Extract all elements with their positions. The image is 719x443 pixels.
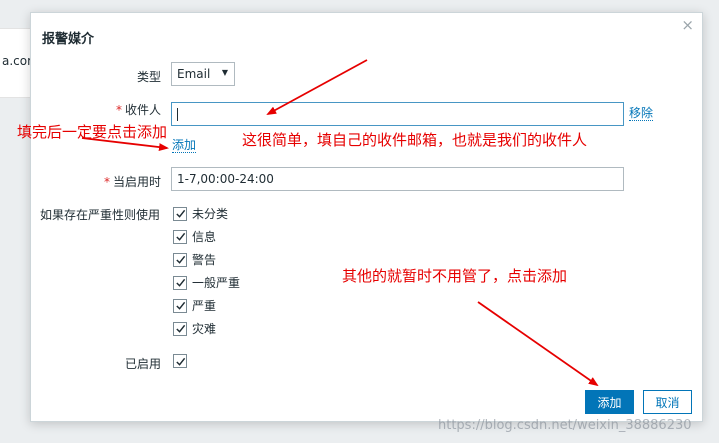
annotation-other-note: 其他的就暂时不用管了，点击添加 <box>342 267 568 285</box>
check-icon <box>175 255 185 264</box>
check-icon <box>175 278 185 287</box>
severity-item-label: 严重 <box>192 299 217 313</box>
close-icon[interactable]: × <box>681 18 694 33</box>
recipient-label-group: * 收件人 <box>31 101 161 118</box>
type-select-value: Email <box>177 67 211 81</box>
checkbox[interactable] <box>173 298 187 313</box>
severity-item-label: 未分类 <box>192 207 229 221</box>
active-time-input[interactable]: 1-7,00:00-24:00 <box>171 167 624 191</box>
check-icon <box>175 301 185 310</box>
severity-item[interactable]: 灾难 <box>173 320 216 337</box>
add-recipient-link[interactable]: 添加 <box>172 139 197 153</box>
required-mark: * <box>103 175 110 189</box>
type-select[interactable]: Email ▼ <box>171 62 235 86</box>
media-dialog: 报警媒介 × 类型 Email ▼ * 收件人 移除 添加 * 当启用时 1-7,0… <box>30 12 703 422</box>
check-icon <box>175 232 185 241</box>
text-caret <box>177 107 178 121</box>
severity-item-label: 信息 <box>192 230 217 244</box>
enabled-checkbox[interactable] <box>173 354 187 368</box>
recipient-input[interactable] <box>171 102 624 126</box>
active-time-value: 1-7,00:00-24:00 <box>177 172 274 186</box>
severity-item[interactable]: 严重 <box>173 297 216 314</box>
checkbox[interactable] <box>173 252 187 267</box>
severity-item-label: 一般严重 <box>192 276 241 290</box>
active-time-label: 当启用时 <box>112 175 161 189</box>
checkbox[interactable] <box>173 229 187 244</box>
cancel-button[interactable]: 取消 <box>643 390 692 414</box>
enabled-label: 已启用 <box>124 357 161 371</box>
annotation-add-note: 填完后一定要点击添加 <box>17 123 168 141</box>
severity-item-label: 灾难 <box>192 322 217 336</box>
severity-item[interactable]: 一般严重 <box>173 274 240 291</box>
dialog-title: 报警媒介 <box>42 32 95 47</box>
checkbox[interactable] <box>173 275 187 290</box>
active-time-label-group: * 当启用时 <box>31 173 161 190</box>
severity-item-label: 警告 <box>192 253 217 267</box>
chevron-down-icon: ▼ <box>221 68 228 77</box>
required-mark: * <box>115 103 122 117</box>
recipient-label: 收件人 <box>124 103 161 117</box>
check-icon <box>175 209 185 218</box>
checkbox[interactable] <box>173 321 187 336</box>
checkbox[interactable] <box>173 206 187 221</box>
add-button[interactable]: 添加 <box>585 390 634 414</box>
severity-item[interactable]: 信息 <box>173 228 216 245</box>
watermark: https://blog.csdn.net/weixin_38886230 <box>438 418 692 433</box>
type-label: 类型 <box>136 70 161 84</box>
check-icon <box>175 357 185 366</box>
severity-label: 如果存在严重性则使用 <box>40 208 161 222</box>
annotation-email-note: 这很简单，填自己的收件邮箱，也就是我们的收件人 <box>242 131 588 149</box>
severity-item[interactable]: 警告 <box>173 251 216 268</box>
severity-item[interactable]: 未分类 <box>173 205 228 222</box>
check-icon <box>175 324 185 333</box>
enabled-checkbox-row[interactable] <box>173 354 192 368</box>
remove-link[interactable]: 移除 <box>629 107 654 121</box>
